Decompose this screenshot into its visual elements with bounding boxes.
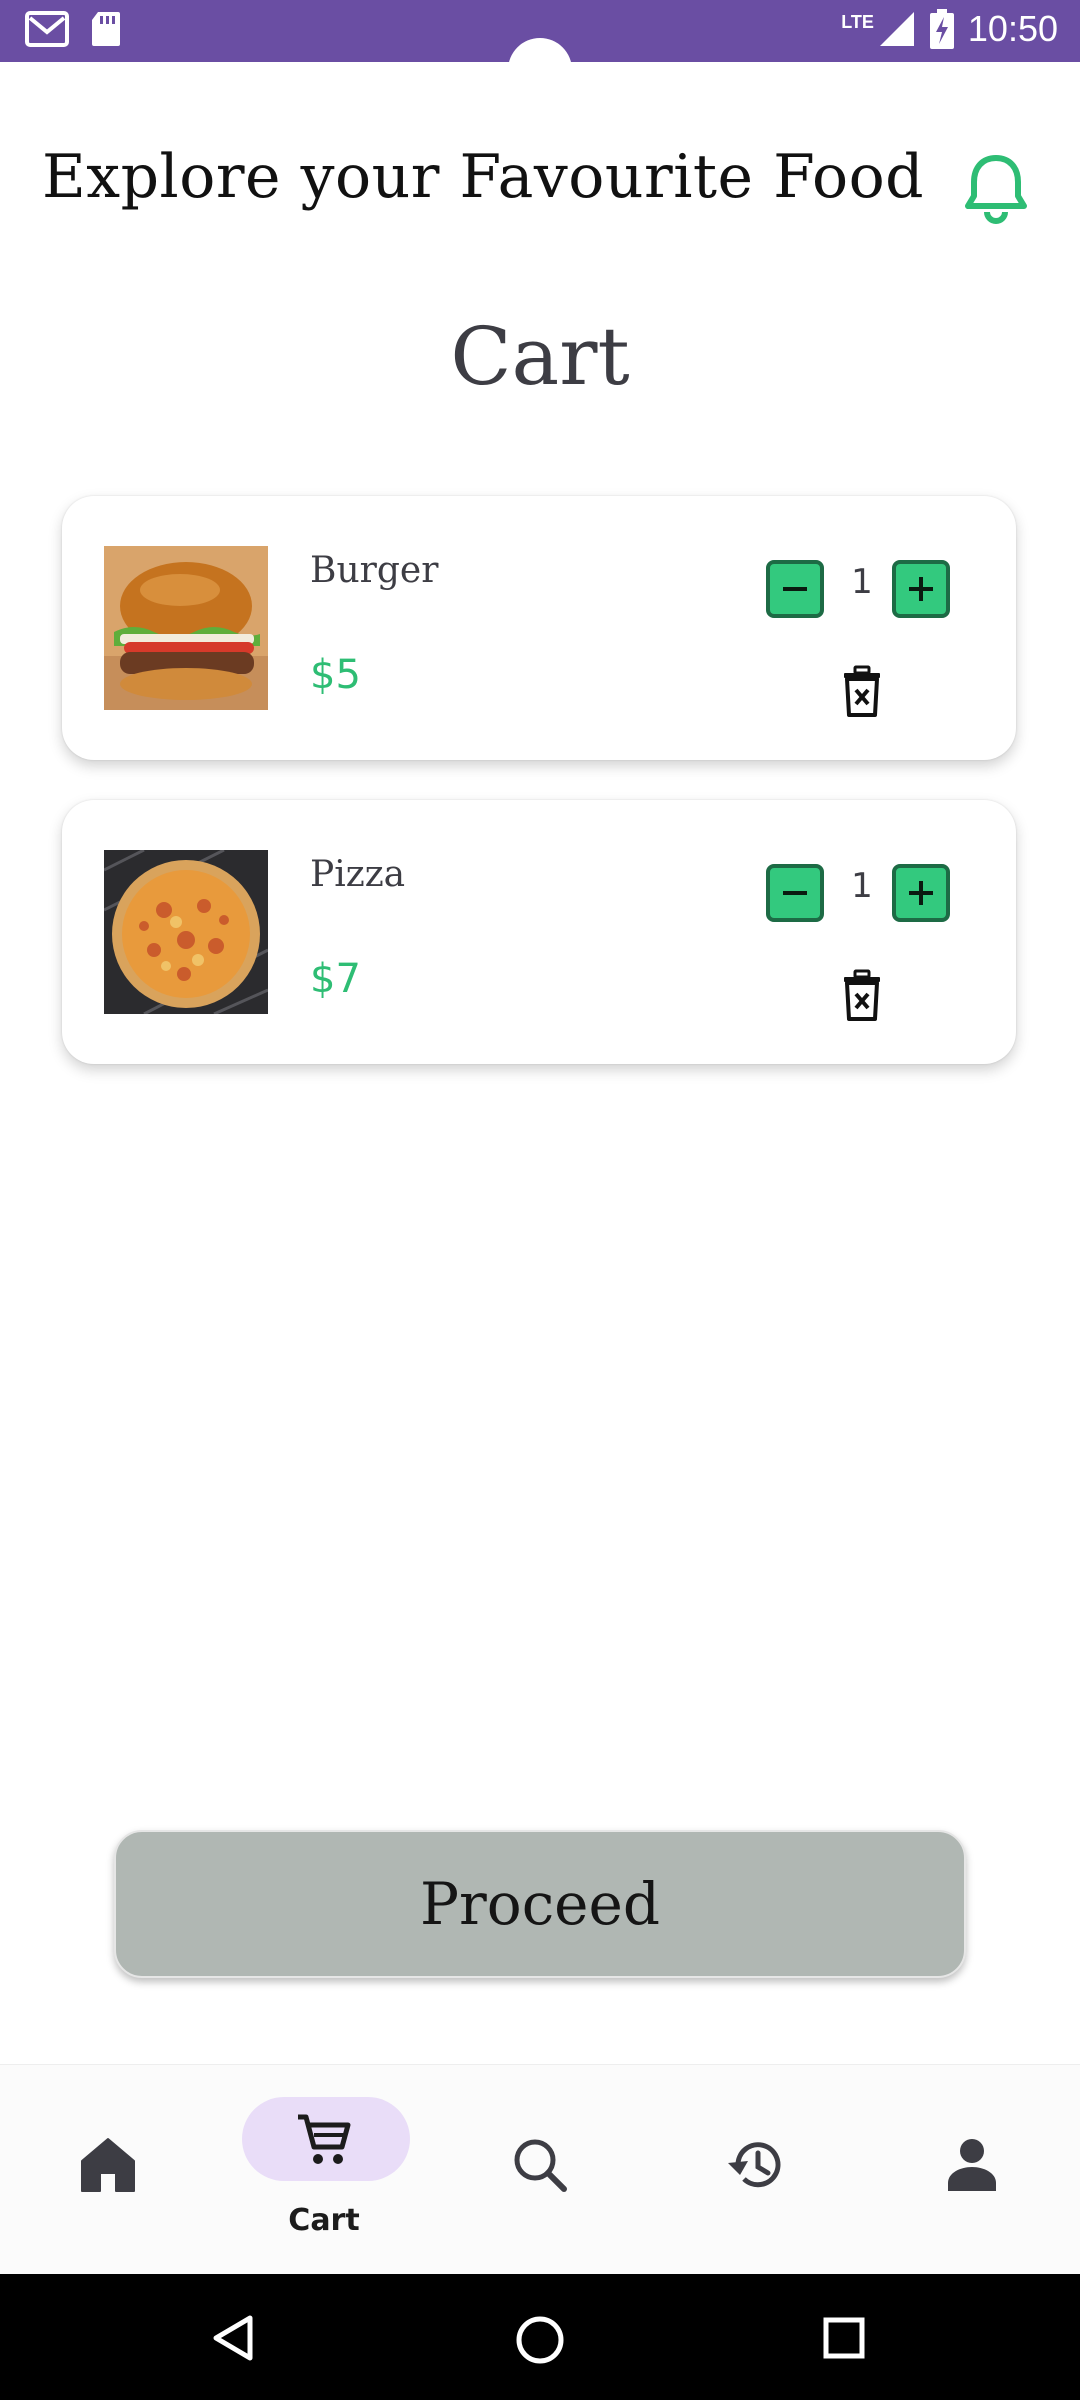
- plus-icon: [909, 577, 933, 601]
- delete-icon[interactable]: [834, 664, 890, 720]
- app-title: Explore your Favourite Food: [42, 142, 925, 212]
- nav-profile[interactable]: [864, 2065, 1080, 2275]
- nav-search[interactable]: [432, 2065, 648, 2275]
- nav-history[interactable]: [648, 2065, 864, 2275]
- minus-icon: [783, 587, 807, 591]
- increase-quantity-button[interactable]: [892, 864, 950, 922]
- quantity-value: 1: [851, 866, 873, 906]
- bell-icon[interactable]: [956, 148, 1036, 228]
- nav-label: Cart: [288, 2203, 360, 2238]
- plus-icon: [909, 881, 933, 905]
- page-title: Cart: [450, 310, 630, 403]
- decrease-quantity-button[interactable]: [766, 560, 824, 618]
- cart-item: Burger $5 1: [62, 496, 1016, 760]
- burger-image: [104, 546, 268, 710]
- pizza-image: [104, 850, 268, 1014]
- decrease-quantity-button[interactable]: [766, 864, 824, 922]
- sd-card-icon: [92, 12, 120, 46]
- status-time: 10:50: [967, 8, 1058, 49]
- cart-item: Pizza $7 1: [62, 800, 1016, 1064]
- increase-quantity-button[interactable]: [892, 560, 950, 618]
- nav-cart[interactable]: Cart: [216, 2065, 432, 2275]
- delete-icon[interactable]: [834, 968, 890, 1024]
- history-icon: [728, 2142, 781, 2188]
- home-circle-icon[interactable]: [514, 2314, 566, 2366]
- gmail-icon: [25, 11, 69, 47]
- battery-charging-icon: [929, 9, 954, 49]
- item-name: Burger: [310, 550, 439, 591]
- minus-icon: [783, 891, 807, 895]
- back-icon[interactable]: [210, 2314, 256, 2362]
- camera-notch: [508, 38, 572, 102]
- cart-icon: [298, 2114, 351, 2164]
- quantity-value: 1: [851, 562, 873, 602]
- search-icon: [514, 2139, 567, 2192]
- item-name: Pizza: [310, 854, 406, 895]
- recents-icon[interactable]: [822, 2316, 866, 2360]
- item-price: $5: [310, 652, 361, 698]
- profile-icon: [948, 2139, 996, 2191]
- nav-home[interactable]: [0, 2065, 216, 2275]
- home-icon: [81, 2138, 135, 2192]
- proceed-button[interactable]: Proceed: [114, 1830, 966, 1978]
- signal-icon: [879, 12, 914, 46]
- system-nav-bar: [0, 2274, 1080, 2400]
- network-type: LTE: [841, 11, 874, 32]
- bottom-nav: Cart: [0, 2064, 1080, 2275]
- item-price: $7: [310, 956, 361, 1002]
